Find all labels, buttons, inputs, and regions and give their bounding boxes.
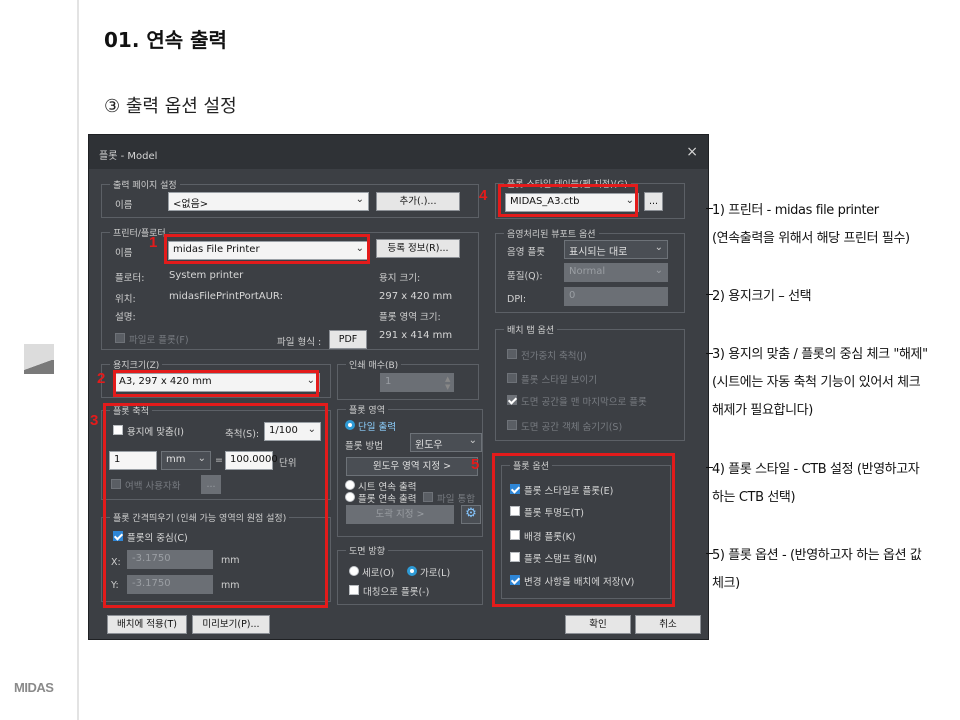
page-title: 01. 연속 출력 [104, 28, 227, 52]
highlight-box-scale-offset [103, 403, 328, 608]
note-line: 2) 용지크기 – 선택 [712, 289, 812, 304]
printer-properties-button[interactable]: 등록 정보(R)... [376, 239, 460, 258]
chevron-down-icon: ⌄ [654, 265, 663, 276]
note-line: 1) 프린터 - midas file printer [712, 203, 879, 218]
gear-icon[interactable]: ⚙ [461, 505, 481, 524]
page-setup-name-select[interactable]: <없음> ⌄ [168, 192, 369, 211]
dialog-titlebar: 플롯 - Model × [89, 135, 708, 169]
chevron-down-icon: ⌄ [654, 242, 663, 253]
midas-logo: MIDAS [14, 680, 54, 695]
window-area-button[interactable]: 윈도우 영역 지정 > [346, 457, 478, 476]
note-line: 4) 플롯 스타일 - CTB 설정 (반영하고자 [712, 462, 920, 477]
marker-5: 5 [471, 456, 480, 473]
marker-1: 1 [149, 234, 158, 251]
note-line: (연속출력을 위해서 해당 프린터 필수) [712, 231, 910, 246]
spinner-arrows-icon[interactable]: ▲ ▼ [445, 375, 450, 391]
apply-to-layout-button[interactable]: 배치에 적용(T) [107, 615, 187, 634]
highlight-box-plot-style [498, 184, 638, 217]
paper-size-label: 용지 크기: [379, 273, 421, 284]
highlight-box-plot-options [492, 453, 675, 607]
portrait-radio[interactable]: 세로(O) [349, 565, 394, 579]
edit-plot-style-button[interactable]: ... [644, 192, 663, 211]
dialog-title: 플롯 - Model [99, 151, 158, 162]
location-value: midasFilePrintPortAUR: [169, 291, 283, 302]
description-label: 설명: [115, 312, 136, 323]
plot-method-select[interactable]: 윈도우 ⌄ [410, 433, 482, 452]
layout-option-1-checkbox[interactable]: 전가중치 축척(J) [507, 348, 587, 362]
close-icon[interactable]: × [686, 144, 698, 160]
layout-option-4-checkbox[interactable]: 도면 공간 객체 숨기기(S) [507, 419, 622, 433]
dpi-input[interactable]: 0 [564, 287, 668, 306]
preview-button[interactable]: 미리보기(P)... [192, 615, 270, 634]
upside-down-checkbox[interactable]: 대칭으로 플롯(-) [349, 584, 429, 598]
note-line: 체크) [712, 576, 740, 591]
layout-option-2-checkbox[interactable]: 플롯 스타일 보이기 [507, 372, 597, 386]
copies-input[interactable]: 1 [380, 373, 454, 392]
slide-thumbnail-icon [24, 344, 54, 374]
marker-3: 3 [90, 412, 99, 429]
highlight-box-paper-size [113, 370, 319, 397]
quality-select[interactable]: Normal ⌄ [564, 263, 668, 282]
file-merge-checkbox[interactable]: 파일 통합 [423, 491, 475, 505]
highlight-box-printer [164, 234, 370, 264]
quality-label: 품질(Q): [507, 271, 543, 282]
note-line: 5) 플롯 옵션 - (반영하고자 하는 옵션 값 [712, 548, 922, 563]
add-page-setup-button[interactable]: 추가(.)... [376, 192, 460, 211]
page-setup-name-label: 이름 [115, 200, 133, 211]
frame-select-button[interactable]: 도곽 지정 > [346, 505, 454, 524]
shade-plot-select[interactable]: 표시되는 대로 ⌄ [564, 240, 668, 259]
paper-size-value: 297 x 420 mm [379, 291, 453, 302]
plot-area-size-label: 플롯 영역 크기: [379, 312, 441, 323]
plot-continuous-radio[interactable]: 플롯 연속 출력 [345, 491, 416, 505]
single-plot-radio[interactable]: 단일 출력 [345, 419, 396, 433]
note-line: 3) 용지의 맞춤 / 플롯의 중심 체크 "해제" [712, 347, 928, 362]
ok-button[interactable]: 확인 [565, 615, 631, 634]
chevron-down-icon: ⌄ [355, 194, 364, 205]
note-line: 해제가 필요합니다) [712, 403, 813, 418]
left-divider-line [77, 0, 79, 720]
plotter-label: 플로터: [115, 273, 145, 284]
note-line: (시트에는 자동 축척 기능이 있어서 체크 [712, 375, 921, 390]
printer-name-label: 이름 [115, 248, 133, 259]
file-format-label: 파일 형식 : [277, 337, 322, 348]
layout-option-3-checkbox[interactable]: 도면 공간을 맨 마지막으로 플롯 [507, 394, 647, 408]
plot-to-file-checkbox[interactable]: 파일로 플롯(F) [115, 332, 189, 346]
landscape-radio[interactable]: 가로(L) [407, 565, 450, 579]
plot-method-label: 플롯 방법 [345, 441, 383, 452]
cancel-button[interactable]: 취소 [635, 615, 701, 634]
plotter-value: System printer [169, 270, 244, 281]
location-label: 위치: [115, 294, 136, 305]
section-subtitle: ③ 출력 옵션 설정 [104, 96, 237, 117]
chevron-down-icon: ⌄ [468, 435, 477, 446]
file-format-button[interactable]: PDF [329, 330, 367, 349]
marker-2: 2 [97, 370, 106, 387]
marker-4: 4 [479, 187, 488, 204]
dpi-label: DPI: [507, 294, 527, 305]
note-line: 하는 CTB 선택) [712, 490, 796, 505]
plot-area-size-value: 291 x 414 mm [379, 330, 453, 341]
shade-plot-label: 음영 플롯 [507, 247, 545, 258]
